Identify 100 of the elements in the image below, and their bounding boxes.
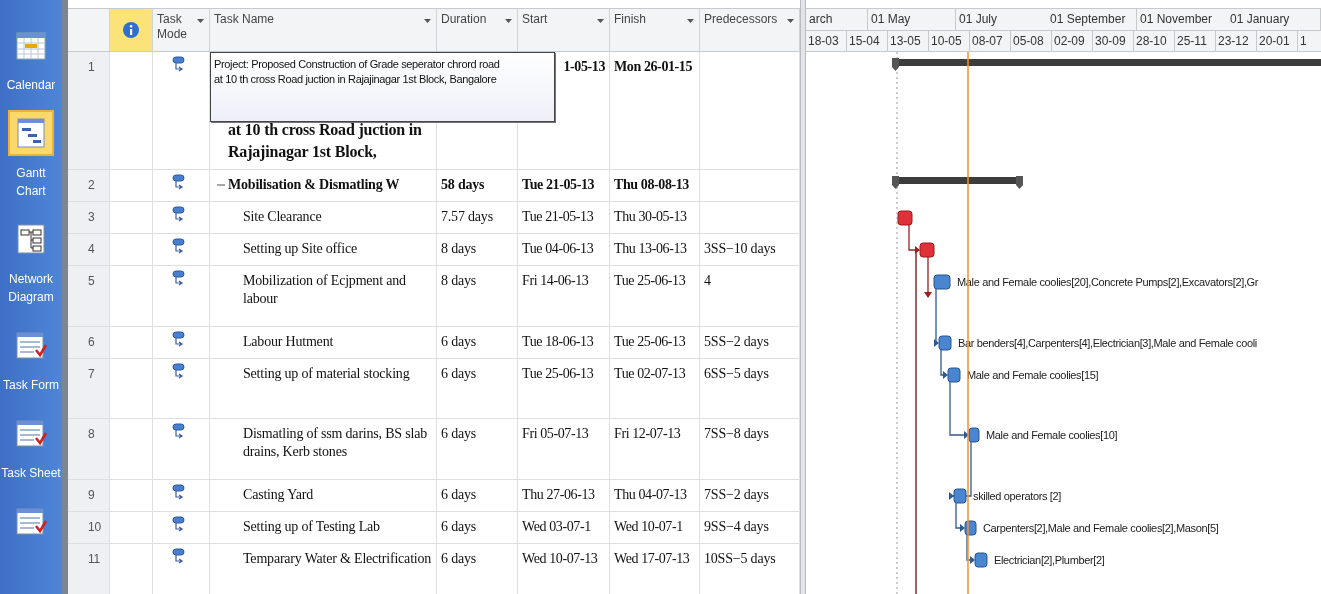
table-cell-text: Thu 27-06-13	[522, 486, 595, 504]
network-diagram-icon	[14, 222, 48, 256]
task-bar[interactable]	[953, 488, 967, 504]
task-name: Casting Yard	[243, 486, 313, 504]
dependency-arrow	[955, 502, 965, 532]
table-cell: 6 days	[441, 426, 476, 441]
row-number: 1	[88, 60, 95, 74]
task-bar[interactable]	[897, 210, 913, 226]
column-header[interactable]: Predecessors	[704, 12, 778, 26]
table-cell: 58 days	[441, 177, 485, 192]
task-name: Setting up of material stocking	[243, 365, 410, 383]
info-icon	[122, 21, 140, 39]
table-cell-text: Fri 05-07-13	[522, 425, 589, 443]
sidebar-item[interactable]: Gantt Chart	[1, 110, 61, 200]
table-cell: 9SS−4 days	[704, 519, 769, 534]
table-cell: 7SS−2 days	[704, 487, 769, 502]
task-bar[interactable]	[933, 274, 951, 290]
row-number: 11	[88, 552, 101, 566]
timescale-label: 08-07	[970, 31, 1011, 51]
column-header[interactable]: Finish	[614, 12, 646, 26]
table-cell: 6SS−5 days	[704, 366, 769, 381]
table-cell: Tue 25-06-13	[614, 334, 686, 349]
table-cell-text: Tue 21-05-13	[522, 176, 595, 194]
table-cell: 4	[704, 273, 711, 288]
summary-bar[interactable]	[892, 58, 1321, 71]
task-bar[interactable]	[947, 367, 961, 383]
dependency-arrow	[949, 441, 972, 500]
sidebar-item[interactable]: Task Sheet	[1, 410, 61, 482]
resource-label: Electrician[2],Plumber[2]	[994, 554, 1105, 566]
dependency-arrow	[934, 288, 939, 347]
task-name: Setting up of Testing Lab	[243, 518, 380, 536]
timescale-label: 13-05	[888, 31, 929, 51]
timescale-label: 10-05	[929, 31, 970, 51]
timescale-label: 02-09	[1052, 31, 1093, 51]
column-header[interactable]: Task Mode	[157, 12, 187, 42]
table-cell-text: Wed 03-07-1	[522, 518, 591, 536]
dependency-arrow	[949, 381, 969, 439]
sidebar-item[interactable]: Network Diagram	[1, 216, 61, 306]
task-bar[interactable]	[974, 552, 988, 568]
filter-arrow-icon[interactable]	[196, 18, 205, 24]
table-cell: 3SS−10 days	[704, 241, 776, 256]
task-bar[interactable]	[964, 520, 977, 536]
filter-arrow-icon[interactable]	[686, 18, 695, 24]
row-number: 6	[88, 335, 95, 349]
table-cell: 6 days	[441, 334, 476, 349]
row-number: 5	[88, 274, 95, 288]
dependency-arrow	[924, 256, 932, 298]
dependency-arrow	[908, 224, 920, 254]
resource-label: Carpenters[2],Male and Female coolies[2],Mason[5]	[983, 522, 1219, 534]
table-cell-text: Tue 25-06-13	[522, 365, 594, 383]
row-number: 10	[88, 520, 101, 534]
column-header[interactable]: Task Name	[214, 12, 275, 26]
filter-arrow-icon[interactable]	[786, 18, 795, 24]
table-cell: 5SS−2 days	[704, 334, 769, 349]
task-name: Setting up Site office	[243, 240, 357, 258]
column-header[interactable]: Start	[522, 12, 548, 26]
table-cell: Wed 10-07-1	[614, 519, 683, 534]
task-name: Temparary Water & Electrification	[243, 550, 432, 568]
task-bar[interactable]	[919, 242, 935, 258]
table-cell: Thu 08-08-13	[614, 177, 689, 192]
timescale-label: 1	[1298, 31, 1321, 51]
tooltip-text: Project: Proposed Construction of Grade seperator chrord road	[214, 57, 501, 72]
table-cell: 10SS−5 days	[704, 551, 776, 566]
table-cell-text: 1-05-13	[563, 58, 605, 76]
table-cell: Tue 25-06-13	[614, 273, 686, 288]
table-cell: Wed 17-07-13	[614, 551, 690, 566]
table-cell: 7SS−8 days	[704, 426, 769, 441]
timescale-label: 05-08	[1011, 31, 1052, 51]
timescale-label: 15-04	[847, 31, 888, 51]
task-name: at 10 th cross Road juction in Rajajinagar 1st Block,	[228, 120, 423, 163]
summary-bar[interactable]	[892, 176, 1023, 189]
dependency-arrow	[966, 534, 975, 564]
sidebar-item[interactable]: Calendar	[1, 22, 61, 94]
filter-arrow-icon[interactable]	[423, 18, 432, 24]
table-cell: Mon 26-01-15	[614, 59, 693, 74]
table-cell: Fri 12-07-13	[614, 426, 681, 441]
task-name: Labour Hutment	[243, 333, 334, 351]
table-cell: Thu 04-07-13	[614, 487, 687, 502]
table-cell: Tue 02-07-13	[614, 366, 686, 381]
table-cell: 7.57 days	[441, 209, 493, 224]
timescale-label: 01 July	[958, 11, 999, 28]
column-header[interactable]: Duration	[441, 12, 487, 26]
row-number: 7	[88, 367, 95, 381]
table-cell: 6 days	[441, 487, 476, 502]
resource-label: skilled operators [2]	[973, 490, 1062, 502]
row-number: 3	[88, 210, 95, 224]
sidebar-item[interactable]: Task Form	[1, 322, 61, 394]
filter-arrow-icon[interactable]	[504, 18, 513, 24]
task-name: Mobilization of Ecjpment and labour	[243, 272, 407, 308]
task-name: Mobilisation & Dismatling W	[228, 176, 400, 194]
table-cell: 8 days	[441, 241, 476, 256]
table-cell: 6 days	[441, 519, 476, 534]
filter-arrow-icon[interactable]	[596, 18, 605, 24]
table-cell: 6 days	[441, 551, 476, 566]
task-bar[interactable]	[968, 427, 980, 443]
row-number: 9	[88, 488, 95, 502]
gantt-chart-icon	[14, 116, 48, 150]
row-number: 8	[88, 427, 95, 441]
task-bar[interactable]	[938, 335, 952, 351]
row-number: 4	[88, 242, 95, 256]
